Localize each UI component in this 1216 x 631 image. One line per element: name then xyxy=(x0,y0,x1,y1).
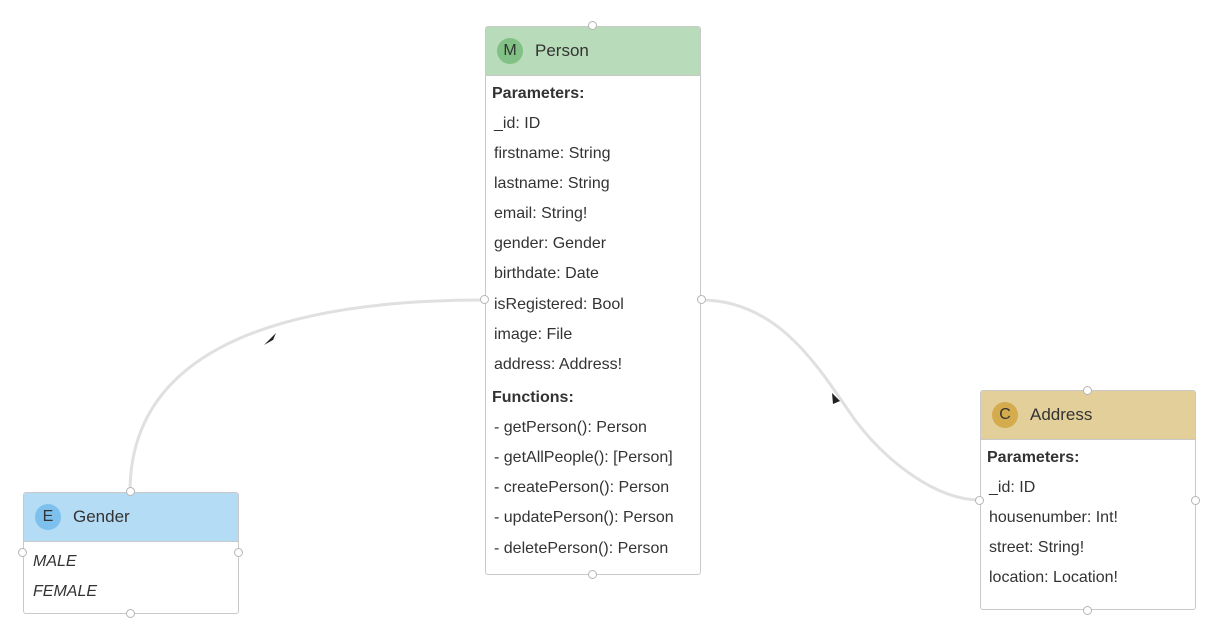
arrow-to-gender-icon xyxy=(264,333,280,345)
parameter-row: firstname: String xyxy=(494,145,611,163)
enum-value-row: FEMALE xyxy=(33,583,98,600)
port-gender-right[interactable] xyxy=(234,548,243,557)
parameter-row: birthdate: Date xyxy=(494,265,599,283)
port-gender-top[interactable] xyxy=(126,487,135,496)
parameter-row: _id: ID xyxy=(989,479,1036,496)
enum-value-row: MALE xyxy=(33,553,77,570)
edge-person-gender[interactable] xyxy=(128,298,486,493)
functions-list: - getPerson(): Person - getAllPeople(): [… xyxy=(492,413,694,564)
port-person-top[interactable] xyxy=(588,21,597,30)
parameter-row: lastname: String xyxy=(494,175,610,193)
node-person-header[interactable]: M Person xyxy=(486,27,700,76)
node-person-body: Parameters: _id: ID firstname: String last… xyxy=(486,76,700,570)
port-person-right[interactable] xyxy=(697,295,706,304)
function-row: - updatePerson(): Person xyxy=(494,509,674,527)
edge-person-address[interactable] xyxy=(700,298,981,502)
parameter-row: email: String! xyxy=(494,205,588,223)
parameters-heading: Parameters: xyxy=(492,85,585,102)
port-gender-bottom[interactable] xyxy=(126,609,135,618)
port-address-bottom[interactable] xyxy=(1083,606,1092,615)
port-address-top[interactable] xyxy=(1083,386,1092,395)
functions-heading: Functions: xyxy=(492,388,574,406)
parameter-row: gender: Gender xyxy=(494,235,607,253)
node-address-title: Address xyxy=(1030,405,1093,424)
parameters-heading: Parameters: xyxy=(987,449,1080,466)
parameter-row: _id: ID xyxy=(494,115,541,132)
enum-values-list: MALE FEMALE xyxy=(30,547,232,607)
class-badge-icon: C xyxy=(992,402,1018,428)
node-address-header[interactable]: C Address xyxy=(981,391,1195,440)
node-address[interactable]: C Address Parameters: _id: ID housenumber… xyxy=(980,390,1196,610)
node-address-body: Parameters: _id: ID housenumber: Int! stre… xyxy=(981,440,1195,599)
diagram-canvas[interactable]: M Person Parameters: _id: ID firstname: S… xyxy=(0,0,1216,631)
function-row: - getPerson(): Person xyxy=(494,418,647,436)
parameters-list: _id: ID firstname: String lastname: String… xyxy=(492,109,694,380)
parameter-row: street: String! xyxy=(989,539,1085,557)
enum-badge-icon: E xyxy=(35,504,61,530)
parameter-row: image: File xyxy=(494,325,573,343)
model-badge-icon: M xyxy=(497,38,523,64)
node-gender-header[interactable]: E Gender xyxy=(24,493,238,542)
parameters-list: _id: ID housenumber: Int! street: String! l… xyxy=(987,473,1189,593)
function-row: - getAllPeople(): [Person] xyxy=(494,449,673,467)
node-gender-body: MALE FEMALE xyxy=(24,542,238,613)
port-person-left[interactable] xyxy=(480,295,489,304)
port-address-right[interactable] xyxy=(1191,496,1200,505)
parameter-row: address: Address! xyxy=(494,355,623,373)
function-row: - deletePerson(): Person xyxy=(494,539,669,557)
port-address-left[interactable] xyxy=(975,496,984,505)
parameter-row: location: Location! xyxy=(989,569,1118,587)
node-person-title: Person xyxy=(535,41,589,60)
node-person[interactable]: M Person Parameters: _id: ID firstname: S… xyxy=(485,26,701,575)
port-person-bottom[interactable] xyxy=(588,570,597,579)
node-gender-title: Gender xyxy=(73,507,130,526)
port-gender-left[interactable] xyxy=(18,548,27,557)
parameter-row: isRegistered: Bool xyxy=(494,295,624,313)
parameter-row: housenumber: Int! xyxy=(989,509,1118,527)
node-gender[interactable]: E Gender MALE FEMALE xyxy=(23,492,239,614)
function-row: - createPerson(): Person xyxy=(494,479,670,497)
